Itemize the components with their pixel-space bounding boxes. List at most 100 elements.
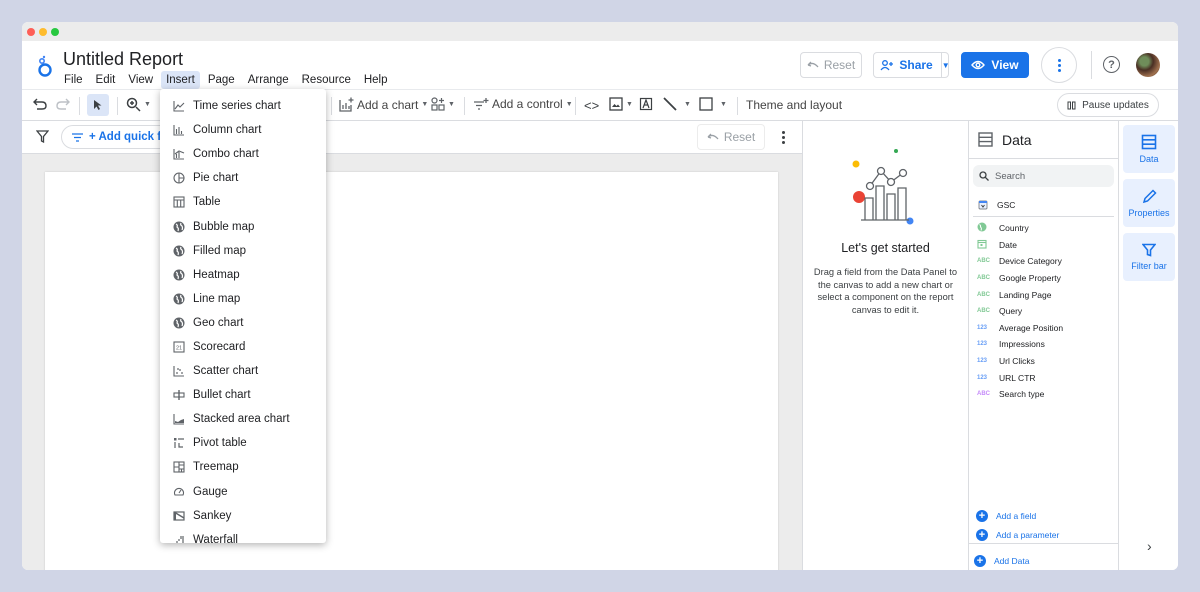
field-item[interactable]: Country (969, 220, 1118, 237)
insert-menu-item-pie-chart[interactable]: Pie chart (160, 166, 326, 190)
rail-filter-bar-button[interactable]: Filter bar (1123, 233, 1175, 281)
field-item[interactable]: ABC Search type (969, 386, 1118, 403)
filter-reset-button[interactable]: Reset (697, 124, 765, 150)
insert-menu-item-scatter-chart[interactable]: Scatter chart (160, 359, 326, 383)
insert-menu-item-time-series-chart[interactable]: Time series chart (160, 94, 326, 118)
menu-resource[interactable]: Resource (297, 71, 356, 89)
insert-menu-item-gauge[interactable]: Gauge (160, 480, 326, 504)
report-page[interactable] (45, 172, 778, 570)
add-field-label: Add a field (996, 510, 1037, 521)
data-source-item[interactable]: GSC (973, 199, 1114, 217)
menu-file[interactable]: File (59, 71, 88, 89)
data-panel: Data Search GSC Country Date ABC Device Cat… (968, 121, 1118, 570)
insert-menu-item-label: Combo chart (193, 148, 259, 161)
chevron-right-icon[interactable]: › (1147, 538, 1152, 554)
code-icon: <> (584, 98, 600, 113)
embed-url-button[interactable]: <> (584, 98, 599, 113)
insert-menu-item-line-map[interactable]: Line map (160, 287, 326, 311)
insert-menu-item-filled-map[interactable]: Filled map (160, 239, 326, 263)
report-title[interactable]: Untitled Report (63, 49, 183, 70)
filter-icon[interactable] (36, 130, 49, 143)
view-button[interactable]: View (961, 52, 1029, 78)
menu-page[interactable]: Page (203, 71, 240, 89)
add-component-button[interactable]: ▼ (431, 97, 455, 111)
redo-button[interactable] (56, 98, 70, 110)
add-control-label: Add a control (492, 97, 563, 111)
shape-button[interactable]: ▼ (699, 97, 727, 111)
insert-menu-item-waterfall[interactable]: Waterfall (160, 528, 326, 543)
rail-properties-button[interactable]: Properties (1123, 179, 1175, 227)
looker-studio-logo-icon[interactable] (36, 55, 54, 77)
cursor-arrow-icon (94, 100, 102, 110)
text-field-icon: ABC (977, 275, 990, 282)
maximize-window-button[interactable] (51, 27, 59, 36)
add-control-button[interactable]: Add a control ▼ (473, 97, 573, 111)
share-button[interactable]: Share (872, 53, 940, 77)
insert-menu-item-heatmap[interactable]: Heatmap (160, 263, 326, 287)
insert-menu-item-table[interactable]: Table (160, 190, 326, 214)
more-options-button[interactable] (1041, 47, 1077, 83)
image-button[interactable]: ▼ (609, 97, 633, 111)
insert-menu-item-sankey[interactable]: Sankey (160, 504, 326, 528)
field-item[interactable]: ABC Device Category (969, 253, 1118, 270)
line-button[interactable]: ▼ (663, 97, 691, 111)
toolbar-divider (464, 97, 465, 115)
theme-layout-button[interactable]: Theme and layout (746, 98, 842, 112)
field-item[interactable]: 123 Impressions (969, 336, 1118, 353)
field-item[interactable]: 123 Average Position (969, 320, 1118, 337)
toolbar-divider (79, 97, 80, 115)
field-item[interactable]: 123 Url Clicks (969, 353, 1118, 370)
close-window-button[interactable] (27, 27, 35, 36)
insert-menu-item-combo-chart[interactable]: Combo chart (160, 142, 326, 166)
add-parameter-button[interactable]: + Add a parameter (976, 525, 1059, 544)
insert-menu-item-bullet-chart[interactable]: Bullet chart (160, 383, 326, 407)
insert-menu-item-label: Gauge (193, 485, 228, 498)
field-item[interactable]: 123 URL CTR (969, 369, 1118, 386)
reset-button[interactable]: Reset (800, 52, 862, 78)
filter-reset-label: Reset (723, 130, 756, 144)
share-dropdown-button[interactable]: ▼ (940, 53, 950, 77)
share-label: Share (899, 58, 933, 72)
caret-down-icon: ▼ (684, 100, 691, 108)
minimize-window-button[interactable] (39, 27, 47, 36)
undo-button[interactable] (33, 98, 47, 110)
insert-menu-item-scorecard[interactable]: 21 Scorecard (160, 335, 326, 359)
reset-icon (707, 133, 719, 140)
filter-bar: + Add quick filter Reset (22, 121, 802, 154)
data-panel-footer: + Add Data (969, 543, 1118, 570)
field-item[interactable]: ABC Query (969, 303, 1118, 320)
field-item[interactable]: Date (969, 237, 1118, 254)
rail-data-button[interactable]: Data (1123, 125, 1175, 173)
menu-arrange[interactable]: Arrange (243, 71, 294, 89)
insert-menu-item-pivot-table[interactable]: Pivot table (160, 431, 326, 455)
text-button[interactable] (639, 97, 653, 111)
scatter-chart-icon (172, 365, 185, 378)
insert-menu-item-label: Geo chart (193, 316, 244, 329)
menu-edit[interactable]: Edit (91, 71, 121, 89)
globe-icon (172, 268, 185, 281)
insert-menu-item-geo-chart[interactable]: Geo chart (160, 311, 326, 335)
caret-down-icon: ▼ (720, 100, 727, 108)
user-avatar[interactable] (1136, 53, 1160, 77)
field-item[interactable]: ABC Google Property (969, 270, 1118, 287)
add-data-button[interactable]: + Add Data (974, 551, 1113, 570)
add-chart-button[interactable]: Add a chart ▼ (339, 97, 428, 112)
insert-menu-item-treemap[interactable]: Treemap (160, 455, 326, 479)
select-tool-button[interactable] (87, 94, 109, 116)
filter-bar-more-button[interactable] (782, 131, 785, 144)
insert-menu-item-stacked-area-chart[interactable]: Stacked area chart (160, 407, 326, 431)
pie-chart-icon (172, 172, 185, 185)
field-search-input[interactable]: Search (973, 165, 1114, 187)
menu-help[interactable]: Help (359, 71, 393, 89)
menu-insert[interactable]: Insert (161, 71, 200, 89)
menu-view[interactable]: View (123, 71, 158, 89)
insert-menu-item-column-chart[interactable]: Column chart (160, 118, 326, 142)
zoom-button[interactable]: ▼ (126, 97, 151, 112)
pause-icon (1067, 101, 1076, 109)
filter-icon (1142, 243, 1156, 257)
field-item[interactable]: ABC Landing Page (969, 286, 1118, 303)
add-field-button[interactable]: + Add a field (976, 506, 1059, 525)
insert-menu-item-bubble-map[interactable]: Bubble map (160, 214, 326, 238)
help-icon[interactable]: ? (1103, 56, 1120, 73)
pause-updates-button[interactable]: Pause updates (1057, 93, 1159, 117)
